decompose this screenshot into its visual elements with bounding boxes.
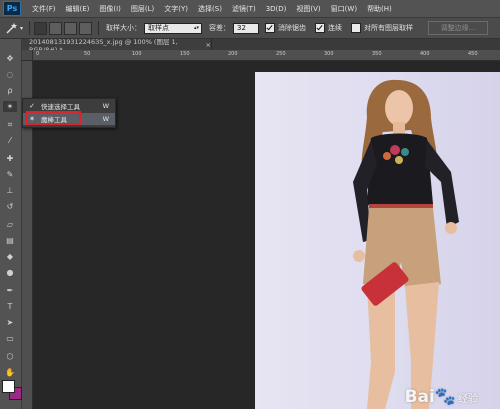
watermark-suffix: 经验 <box>458 394 478 405</box>
ruler-number: 150 <box>180 51 190 57</box>
lasso-tool-icon[interactable]: ρ <box>3 85 17 96</box>
dodge-tool-icon[interactable]: ● <box>3 267 17 278</box>
ruler-number: 50 <box>84 51 91 57</box>
pen-tool-icon[interactable]: ✒ <box>3 285 17 296</box>
fashion-model-photo <box>353 79 459 409</box>
menu-layer[interactable]: 图层(L) <box>126 4 159 14</box>
crop-tool-icon[interactable]: ⌗ <box>3 119 17 130</box>
tolerance-input[interactable]: 32 <box>233 22 259 34</box>
gradient-tool-icon[interactable]: ▤ <box>3 235 17 246</box>
intersect-selection-button[interactable] <box>79 21 92 35</box>
tab-strip <box>212 39 500 50</box>
ruler-number: 100 <box>132 51 142 57</box>
contiguous-label: 连续 <box>328 24 342 32</box>
eyedropper-tool-icon[interactable]: ⁄ <box>3 135 17 146</box>
separator <box>98 21 99 35</box>
brush-tool-icon[interactable]: ✎ <box>3 169 17 180</box>
new-selection-button[interactable] <box>34 21 47 35</box>
menu-filter[interactable]: 滤镜(T) <box>227 4 261 14</box>
hand-tool-icon[interactable]: ✋ <box>3 367 17 378</box>
move-tool-icon[interactable]: ✥ <box>3 53 17 64</box>
3d-tool-icon[interactable]: ⬡ <box>3 351 17 362</box>
menu-edit[interactable]: 编辑(E) <box>61 4 95 14</box>
watermark-brand: Bai <box>404 387 435 407</box>
path-selection-tool-icon[interactable]: ➤ <box>3 317 17 328</box>
ruler-top[interactable]: 0 50 100 150 200 250 300 350 400 450 <box>32 50 500 61</box>
menu-item-label: 快速选择工具 <box>41 103 80 111</box>
menu-type[interactable]: 文字(Y) <box>159 4 193 14</box>
paw-icon: 🐾 <box>434 387 456 407</box>
quick-selection-icon: ✓ <box>29 102 35 110</box>
sample-size-value: 取样点 <box>148 24 169 32</box>
chevron-down-icon: ▴▾ <box>193 25 199 31</box>
baidu-watermark: Bai🐾 经验 <box>405 387 478 407</box>
photoshop-logo: Ps <box>3 1 21 16</box>
chevron-down-icon: ▾ <box>19 24 23 32</box>
document-tab[interactable]: 20140813193122463S_x.jpg @ 100% (图层 1, R… <box>22 38 212 54</box>
magic-wand-tool-icon[interactable]: ✶ <box>3 101 17 112</box>
ruler-number: 300 <box>324 51 334 57</box>
close-icon[interactable]: × <box>206 41 211 49</box>
menu-3d[interactable]: 3D(D) <box>261 5 292 13</box>
subtract-from-selection-button[interactable] <box>64 21 77 35</box>
menu-item-shortcut: W <box>102 115 109 123</box>
foreground-color-swatch[interactable] <box>2 380 15 393</box>
shape-tool-icon[interactable]: ▭ <box>3 333 17 344</box>
magic-wand-icon <box>6 23 17 34</box>
antialias-checkbox[interactable] <box>265 23 275 33</box>
ruler-number: 250 <box>276 51 286 57</box>
tolerance-label: 容差： <box>209 24 230 32</box>
menu-image[interactable]: 图像(I) <box>94 4 126 14</box>
ruler-origin[interactable] <box>22 50 33 61</box>
blur-tool-icon[interactable]: ◆ <box>3 251 17 262</box>
ruler-number: 200 <box>228 51 238 57</box>
sample-size-select[interactable]: 取样点 ▴▾ <box>144 22 202 34</box>
marquee-tool-icon[interactable]: ◌ <box>3 69 17 80</box>
clone-stamp-tool-icon[interactable]: ⊥ <box>3 185 17 196</box>
sample-all-layers-label: 对所有图层取样 <box>364 24 413 32</box>
menu-item-shortcut: W <box>102 102 109 110</box>
annotation-highlight-box <box>26 111 81 125</box>
ruler-number: 0 <box>36 51 40 57</box>
toolbox: ✥ ◌ ρ ✶ ⌗ ⁄ ✚ ✎ ⊥ ↺ ▱ ▤ ◆ ● ✒ T ➤ ▭ ⬡ ✋ … <box>0 39 22 409</box>
add-to-selection-button[interactable] <box>49 21 62 35</box>
menu-view[interactable]: 视图(V) <box>291 4 325 14</box>
ruler-number: 400 <box>420 51 430 57</box>
photo-canvas[interactable] <box>255 72 500 409</box>
contiguous-checkbox[interactable] <box>315 23 325 33</box>
healing-brush-tool-icon[interactable]: ✚ <box>3 153 17 164</box>
menu-select[interactable]: 选择(S) <box>193 4 227 14</box>
refine-edge-button[interactable]: 调整边缘... <box>428 21 488 35</box>
antialias-label: 消除锯齿 <box>278 24 306 32</box>
ruler-number: 450 <box>468 51 478 57</box>
menu-window[interactable]: 窗口(W) <box>326 4 362 14</box>
sample-all-layers-checkbox[interactable] <box>351 23 361 33</box>
eraser-tool-icon[interactable]: ▱ <box>3 219 17 230</box>
type-tool-icon[interactable]: T <box>3 301 17 312</box>
tool-preset-picker[interactable]: ▾ <box>3 21 25 35</box>
ruler-number: 350 <box>372 51 382 57</box>
menu-file[interactable]: 文件(F) <box>27 4 61 14</box>
sample-size-label: 取样大小： <box>106 24 141 32</box>
menu-bar: Ps 文件(F) 编辑(E) 图像(I) 图层(L) 文字(Y) 选择(S) 滤… <box>0 0 500 18</box>
separator <box>29 21 30 35</box>
menu-help[interactable]: 帮助(H) <box>362 4 397 14</box>
history-brush-tool-icon[interactable]: ↺ <box>3 201 17 212</box>
